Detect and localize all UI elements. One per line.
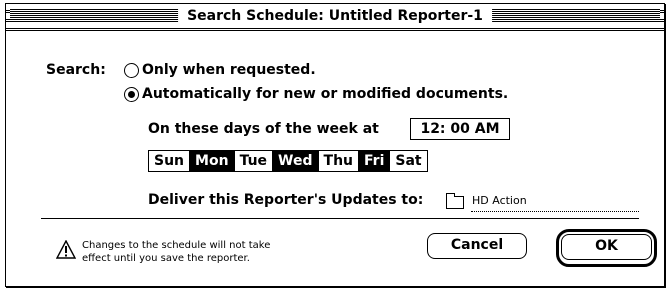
title-bar[interactable]: Search Schedule: Untitled Reporter-1	[6, 4, 664, 31]
search-schedule-dialog: Search Schedule: Untitled Reporter-1 Sea…	[5, 3, 665, 287]
day-sat-button[interactable]: Sat	[390, 151, 426, 171]
radio-automatically[interactable]	[124, 87, 139, 102]
time-field[interactable]: 12: 00 AM	[410, 118, 510, 140]
warning-icon	[56, 240, 76, 259]
destination-folder[interactable]: HD Action	[472, 193, 527, 209]
warning-line-1: Changes to the schedule will not take	[82, 240, 271, 251]
day-mon-button[interactable]: Mon	[190, 151, 235, 171]
separator	[41, 218, 639, 219]
day-sun-button[interactable]: Sun	[149, 151, 191, 171]
window-title: Search Schedule: Untitled Reporter-1	[178, 7, 492, 25]
days-of-week-label: On these days of the week at	[148, 121, 379, 137]
ok-button[interactable]: OK	[561, 234, 652, 260]
deliver-label: Deliver this Reporter's Updates to:	[148, 192, 424, 208]
cancel-button[interactable]: Cancel	[427, 233, 527, 259]
radio-selected-dot	[128, 91, 135, 98]
day-thu-button[interactable]: Thu	[319, 151, 359, 171]
option-only-when-requested-label[interactable]: Only when requested.	[142, 61, 316, 79]
search-label: Search:	[46, 62, 106, 78]
radio-only-when-requested[interactable]	[124, 63, 139, 78]
folder-icon	[446, 193, 464, 209]
day-fri-button[interactable]: Fri	[359, 151, 391, 171]
warning-text: Changes to the schedule will not take ef…	[82, 239, 270, 265]
day-selector: Sun Mon Tue Wed Thu Fri Sat	[148, 150, 428, 172]
option-automatically-label[interactable]: Automatically for new or modified docume…	[142, 85, 508, 103]
day-wed-button[interactable]: Wed	[273, 151, 319, 171]
destination-underline	[471, 211, 639, 212]
day-tue-button[interactable]: Tue	[235, 151, 274, 171]
warning-line-2: effect until you save the reporter.	[82, 253, 250, 264]
